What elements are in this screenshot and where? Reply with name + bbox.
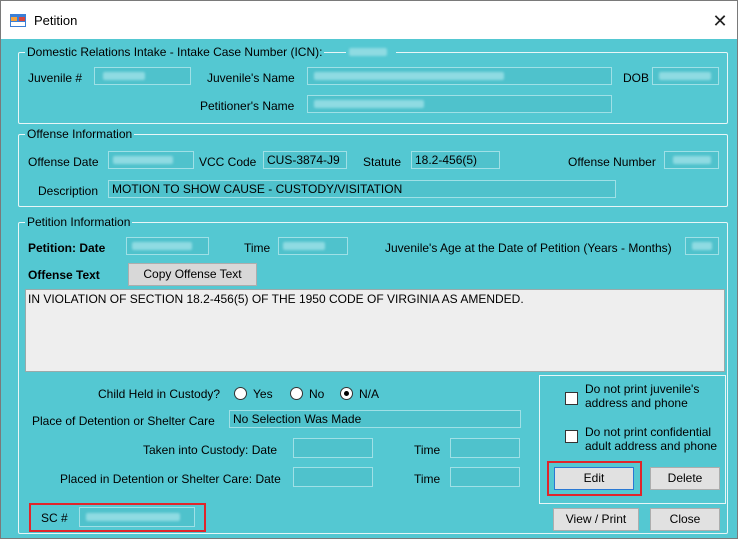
custody-no-label: No <box>309 387 325 401</box>
offense-text-label: Offense Text <box>28 268 100 282</box>
offense-number-field[interactable] <box>664 151 719 169</box>
petitioner-name-label: Petitioner's Name <box>200 99 295 113</box>
offense-group-title: Offense Information <box>25 127 135 141</box>
sc-number-label: SC # <box>41 511 68 525</box>
juvenile-age-field[interactable] <box>685 237 719 255</box>
delete-button[interactable]: Delete <box>650 467 720 490</box>
vcc-code-label: VCC Code <box>199 155 257 169</box>
custody-na-label: N/A <box>359 387 380 401</box>
petition-date-field[interactable] <box>126 237 209 255</box>
no-print-juvenile-checkbox[interactable] <box>565 392 578 405</box>
no-print-confidential-label: Do not print confidential adult address … <box>585 425 718 453</box>
taken-custody-date-field[interactable] <box>293 438 373 458</box>
dob-field[interactable] <box>652 67 719 85</box>
detention-place-label: Place of Detention or Shelter Care <box>32 414 215 428</box>
custody-no-radio[interactable] <box>290 387 303 400</box>
description-field[interactable]: MOTION TO SHOW CAUSE - CUSTODY/VISITATIO… <box>108 180 616 198</box>
form-app-icon <box>10 14 26 27</box>
dob-label: DOB <box>623 71 650 85</box>
vcc-code-field[interactable]: CUS-3874-J9 <box>263 151 347 169</box>
intake-group: Domestic Relations Intake - Intake Case … <box>18 45 728 124</box>
placed-detention-date-field[interactable] <box>293 467 373 487</box>
custody-yes-radio[interactable] <box>234 387 247 400</box>
petition-time-label: Time <box>244 241 271 255</box>
copy-offense-text-button[interactable]: Copy Offense Text <box>128 263 257 286</box>
taken-custody-time-label: Time <box>414 443 441 457</box>
taken-custody-time-field[interactable] <box>450 438 520 458</box>
no-print-confidential-checkbox[interactable] <box>565 430 578 443</box>
close-button[interactable]: Close <box>650 508 720 531</box>
statute-field[interactable]: 18.2-456(5) <box>411 151 500 169</box>
petition-date-label: Petition: Date <box>28 241 106 255</box>
edit-button[interactable]: Edit <box>554 467 634 490</box>
view-print-button[interactable]: View / Print <box>553 508 639 531</box>
petition-time-field[interactable] <box>278 237 348 255</box>
description-label: Description <box>38 184 99 198</box>
statute-label: Statute <box>363 155 402 169</box>
custody-na-radio[interactable] <box>340 387 353 400</box>
custody-yes-label: Yes <box>253 387 273 401</box>
detention-place-field[interactable]: No Selection Was Made <box>229 410 521 428</box>
close-window-icon[interactable]: ✕ <box>707 9 733 33</box>
placed-detention-time-label: Time <box>414 472 441 486</box>
offense-text-area[interactable]: IN VIOLATION OF SECTION 18.2-456(5) OF T… <box>25 289 725 372</box>
offense-date-label: Offense Date <box>28 155 99 169</box>
icn-value <box>346 45 396 59</box>
juvenile-number-field[interactable] <box>94 67 191 85</box>
placed-detention-date-label: Placed in Detention or Shelter Care: Dat… <box>60 472 281 486</box>
petitioner-name-field[interactable] <box>307 95 612 113</box>
petition-window: Petition ✕ Domestic Relations Intake - I… <box>0 0 738 539</box>
no-print-juvenile-label: Do not print juvenile's address and phon… <box>585 382 700 410</box>
juvenile-number-label: Juvenile # <box>28 71 83 85</box>
taken-custody-date-label: Taken into Custody: Date <box>143 443 278 457</box>
offense-number-label: Offense Number <box>568 155 656 169</box>
placed-detention-time-field[interactable] <box>450 467 520 487</box>
offense-date-field[interactable] <box>108 151 194 169</box>
intake-group-title: Domestic Relations Intake - Intake Case … <box>25 45 325 59</box>
custody-question-label: Child Held in Custody? <box>98 387 221 401</box>
window-title: Petition <box>34 13 78 28</box>
sc-number-field[interactable] <box>79 507 195 527</box>
petition-group-title: Petition Information <box>25 215 133 229</box>
juvenile-name-field[interactable] <box>307 67 612 85</box>
juvenile-age-label: Juvenile's Age at the Date of Petition (… <box>385 241 672 255</box>
juvenile-name-label: Juvenile's Name <box>207 71 295 85</box>
title-bar: Petition ✕ <box>1 1 737 39</box>
